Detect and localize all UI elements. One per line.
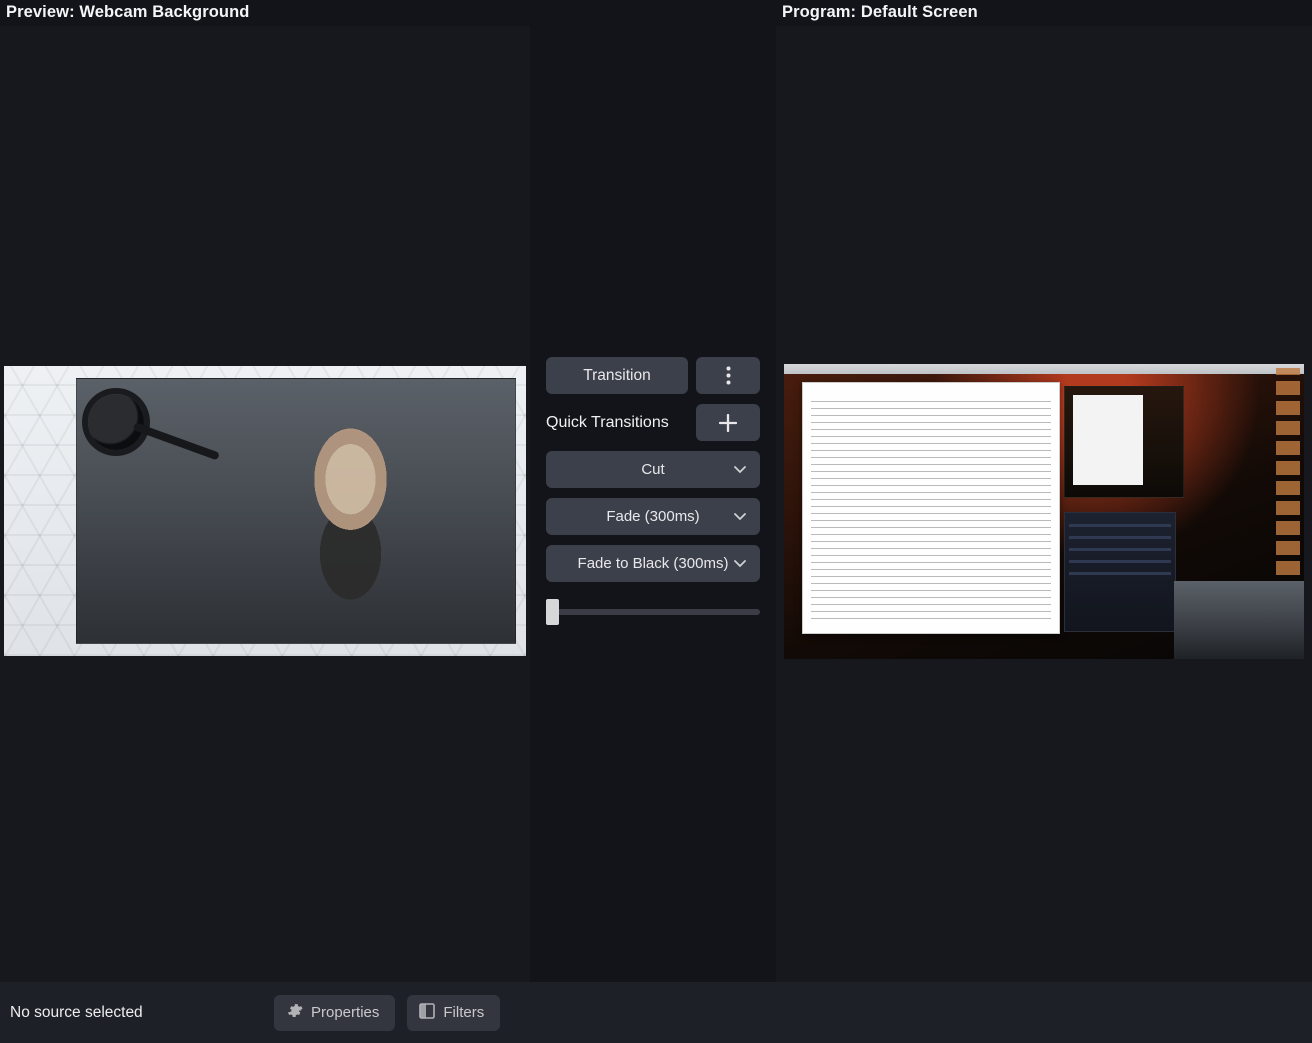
preview-viewport[interactable] [0,26,530,982]
program-viewport[interactable] [776,26,1312,982]
plus-icon [719,414,737,432]
quick-transition-cut[interactable]: Cut [546,451,760,488]
chevron-down-icon [734,513,746,521]
transition-menu-button[interactable] [696,357,760,394]
quick-transition-fade-label: Fade (300ms) [606,508,699,525]
quick-transition-fade-to-black-label: Fade to Black (300ms) [578,555,729,572]
source-toolbar: No source selected Properties Filters [0,982,1312,1043]
source-selection-status: No source selected [10,1004,262,1022]
program-video-frame [784,364,1304,659]
preview-title: Preview: Webcam Background [0,0,530,26]
kebab-icon [726,366,731,385]
filters-button[interactable]: Filters [407,995,500,1031]
transition-tbar-slider[interactable] [546,598,760,626]
properties-button[interactable]: Properties [274,995,395,1031]
preview-video-frame [4,366,526,656]
quick-transitions-label: Quick Transitions [546,414,669,432]
program-title: Program: Default Screen [776,0,1312,26]
filters-button-label: Filters [443,1004,484,1021]
filters-icon [419,1003,435,1023]
quick-transition-fade[interactable]: Fade (300ms) [546,498,760,535]
chevron-down-icon [734,560,746,568]
gear-icon [286,1002,303,1023]
quick-transition-cut-label: Cut [641,461,664,478]
properties-button-label: Properties [311,1004,379,1021]
chevron-down-icon [734,466,746,474]
quick-transition-fade-to-black[interactable]: Fade to Black (300ms) [546,545,760,582]
add-quick-transition-button[interactable] [696,404,760,441]
transition-button[interactable]: Transition [546,357,688,394]
